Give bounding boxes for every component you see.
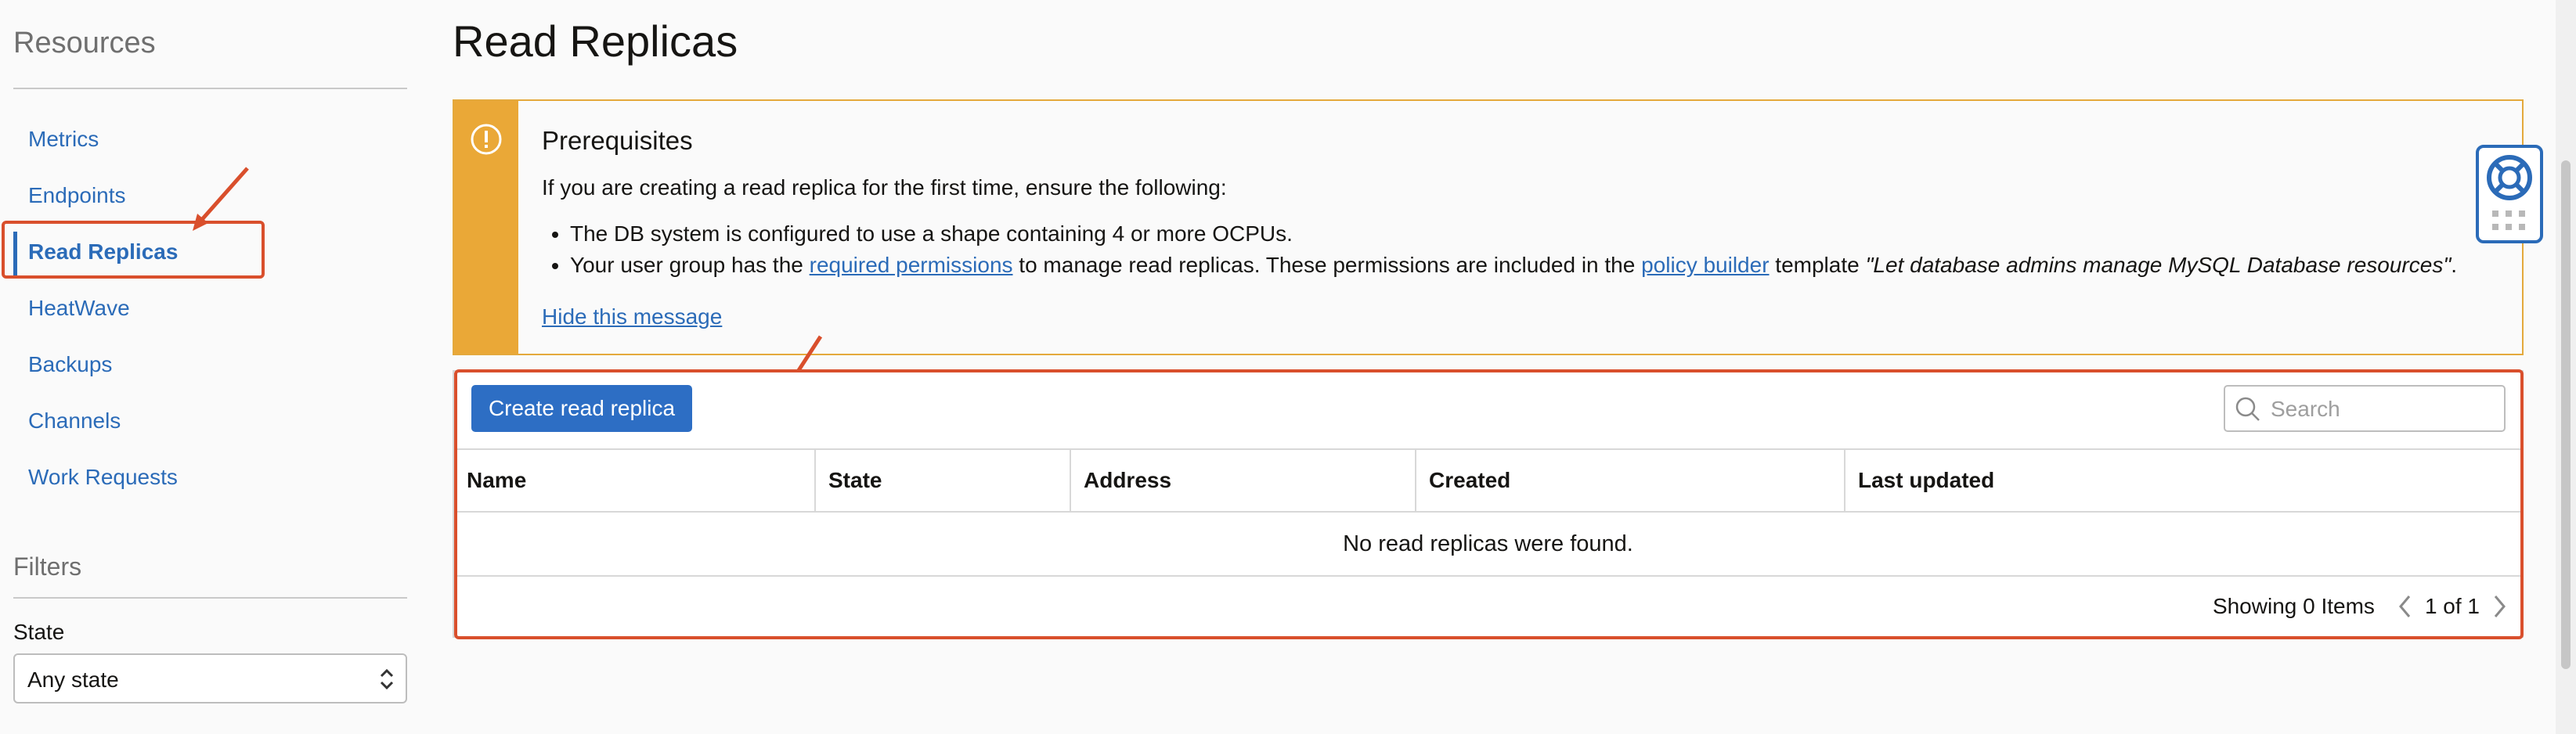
text: to manage read replicas. These permissio… xyxy=(1012,253,1642,277)
template-name: "Let database admins manage MySQL Databa… xyxy=(1865,253,2452,277)
annotation-arrow-icon xyxy=(193,167,249,231)
divider xyxy=(13,597,407,599)
prerequisite-item: Your user group has the required permiss… xyxy=(570,250,2457,281)
help-lifebuoy-icon xyxy=(2487,155,2532,200)
nav-metrics[interactable]: Metrics xyxy=(28,127,99,152)
notice-title: Prerequisites xyxy=(542,126,693,155)
state-filter-value: Any state xyxy=(27,667,119,692)
help-widget[interactable] xyxy=(2476,145,2543,243)
prerequisite-item: The DB system is configured to use a sha… xyxy=(570,218,2457,250)
resources-sidebar: Resources Metrics Endpoints Read Replica… xyxy=(0,0,423,734)
grid-icon xyxy=(2492,210,2525,230)
nav-endpoints[interactable]: Endpoints xyxy=(28,183,126,208)
nav-work-requests[interactable]: Work Requests xyxy=(28,465,178,490)
resources-heading: Resources xyxy=(13,27,156,59)
nav-heatwave[interactable]: HeatWave xyxy=(28,296,130,321)
prerequisites-notice: Prerequisites If you are creating a read… xyxy=(453,99,2524,355)
divider xyxy=(13,88,407,89)
text: template xyxy=(1769,253,1866,277)
prerequisite-list: The DB system is configured to use a sha… xyxy=(542,218,2457,281)
hide-message-link[interactable]: Hide this message xyxy=(542,304,722,329)
required-permissions-link[interactable]: required permissions xyxy=(810,253,1013,277)
page-title: Read Replicas xyxy=(453,16,738,66)
policy-builder-link[interactable]: policy builder xyxy=(1641,253,1769,277)
nav-backups[interactable]: Backups xyxy=(28,352,112,377)
filters-heading: Filters xyxy=(13,552,82,581)
notice-intro: If you are creating a read replica for t… xyxy=(542,175,1227,200)
warning-icon xyxy=(471,124,502,155)
annotation-highlight-table xyxy=(454,369,2524,639)
text: . xyxy=(2451,253,2458,277)
state-filter-select[interactable]: Any state xyxy=(13,653,407,703)
select-caret-icon xyxy=(380,668,394,690)
state-filter-label: State xyxy=(13,620,65,644)
text: Your user group has the xyxy=(570,253,810,277)
nav-channels[interactable]: Channels xyxy=(28,408,121,434)
scrollbar-thumb[interactable] xyxy=(2561,160,2571,669)
vertical-scrollbar[interactable] xyxy=(2556,0,2576,734)
